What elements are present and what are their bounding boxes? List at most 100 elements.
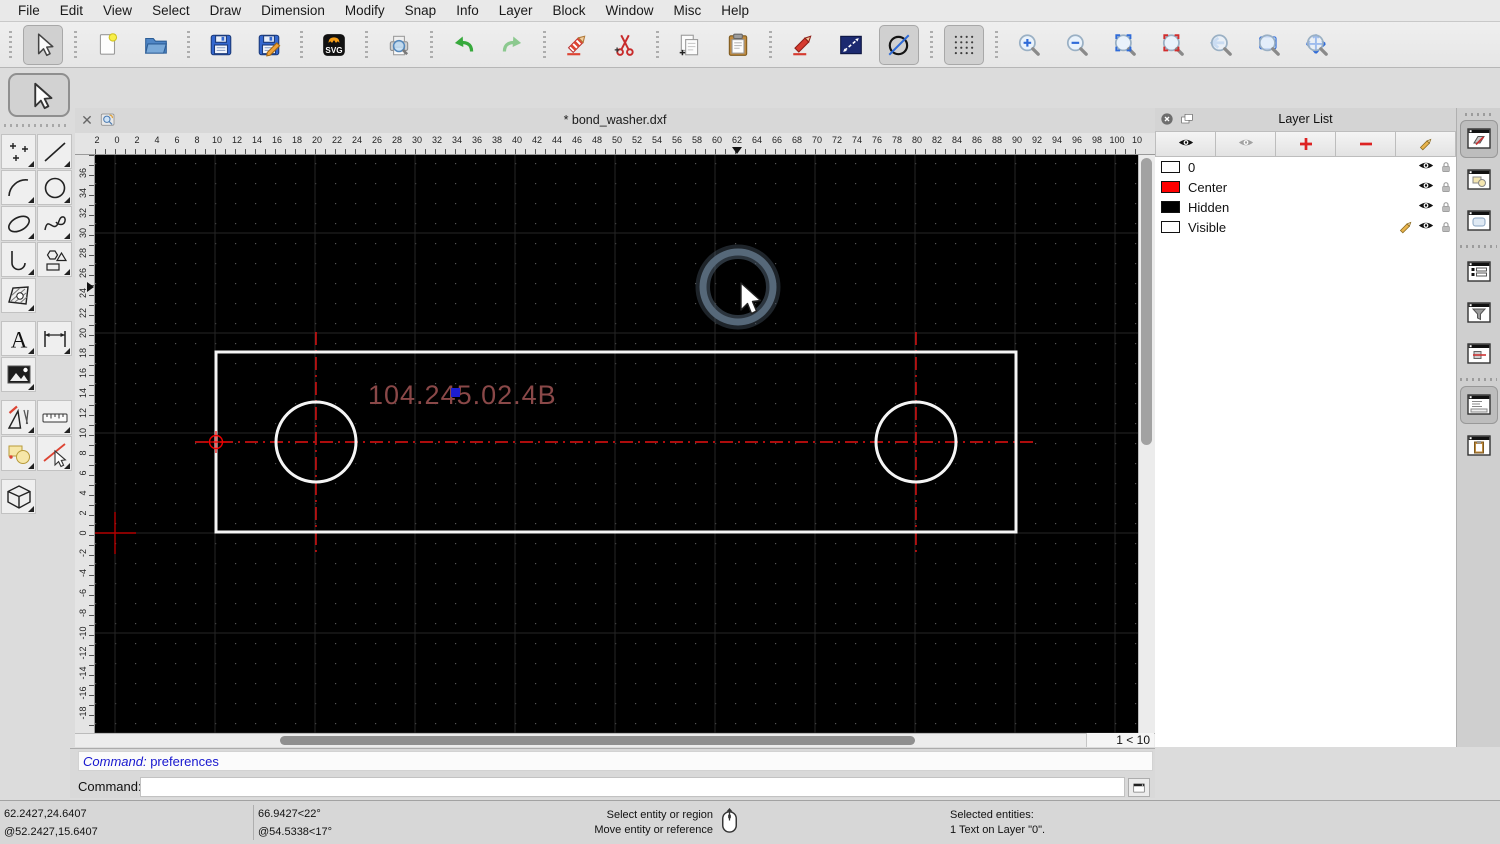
zoom-in-button[interactable] (1009, 25, 1049, 65)
construction-button[interactable] (879, 24, 919, 65)
layer-visibility-icon[interactable] (1416, 198, 1436, 216)
vertical-scrollbar-thumb[interactable] (1141, 158, 1152, 445)
redo-button[interactable] (492, 25, 532, 65)
delete-button[interactable] (557, 25, 597, 65)
hruler-label: 58 (691, 135, 703, 145)
layer-lock-icon[interactable] (1436, 219, 1456, 235)
clipboard-dock-button[interactable] (1460, 427, 1498, 465)
explode-tool-button[interactable] (37, 436, 72, 471)
remove-layer-button[interactable] (1336, 131, 1396, 157)
layer-row-visible[interactable]: Visible (1155, 217, 1456, 237)
menu-edit[interactable]: Edit (50, 0, 93, 22)
dimension-tool-button[interactable] (37, 321, 72, 356)
hruler-label: 10 (211, 135, 223, 145)
box3d-tool-button[interactable] (1, 479, 36, 514)
horizontal-scrollbar[interactable] (75, 733, 1155, 747)
spline-tool-button[interactable] (37, 206, 72, 241)
block-tool-button[interactable] (1, 436, 36, 471)
copy-button[interactable] (670, 25, 710, 65)
layer-list-dock-button[interactable] (1459, 120, 1498, 158)
add-layer-button[interactable] (1276, 131, 1336, 157)
zoom-previous-button[interactable] (1201, 25, 1241, 65)
polygon-tool-button[interactable] (37, 242, 72, 277)
show-all-layers-button[interactable] (1155, 131, 1216, 157)
print-preview-button[interactable] (379, 25, 419, 65)
hruler-label: 64 (751, 135, 763, 145)
points-tool-button[interactable] (1, 134, 36, 169)
save-as-icon (256, 32, 282, 58)
menu-window[interactable]: Window (596, 0, 664, 22)
measure-tool-button[interactable] (37, 400, 72, 435)
hide-all-layers-button[interactable] (1216, 131, 1276, 157)
pen-palette-dock-button[interactable] (1460, 335, 1498, 373)
save-button[interactable] (201, 25, 241, 65)
hatch-tool-button[interactable] (1, 278, 36, 313)
menu-snap[interactable]: Snap (395, 0, 447, 22)
svg-export-button[interactable]: SVG (314, 25, 354, 65)
library-browser-dock-button[interactable] (1460, 202, 1498, 240)
menu-view[interactable]: View (93, 0, 142, 22)
undo-button[interactable] (444, 25, 484, 65)
ellipse-tool-button[interactable] (1, 206, 36, 241)
zoom-pan-button[interactable] (1297, 25, 1337, 65)
pen-button[interactable] (783, 25, 823, 65)
layer-row-hidden[interactable]: Hidden (1155, 197, 1456, 217)
zoom-auto-button[interactable] (1105, 25, 1145, 65)
layer-visibility-icon[interactable] (1416, 218, 1436, 236)
line-tool-button[interactable] (37, 134, 72, 169)
status-bar: 62.2427,24.6407 @52.2427,15.6407 66.9427… (0, 800, 1500, 844)
zoom-out-button[interactable] (1057, 25, 1097, 65)
menu-help[interactable]: Help (711, 0, 759, 22)
circle-tool-button[interactable] (37, 170, 72, 205)
grid-button[interactable] (944, 24, 984, 65)
layer-lock-icon[interactable] (1436, 179, 1456, 195)
cad-canvas[interactable]: 104.245.02.4B (95, 155, 1138, 733)
layer-visibility-icon[interactable] (1416, 178, 1436, 196)
menu-layer[interactable]: Layer (489, 0, 543, 22)
selection-filter-dock-button[interactable] (1460, 294, 1498, 332)
layer-lock-icon[interactable] (1436, 199, 1456, 215)
dock-drag-handle[interactable] (1465, 113, 1492, 116)
image-tool-button[interactable] (1, 357, 36, 392)
line-attributes-button[interactable] (831, 25, 871, 65)
selection-handle[interactable] (451, 388, 460, 397)
select-tool-button[interactable] (8, 73, 70, 117)
menu-file[interactable]: File (8, 0, 50, 22)
layer-row-0[interactable]: 0 (1155, 157, 1456, 177)
save-as-button[interactable] (249, 25, 289, 65)
vruler-label: 22 (78, 308, 88, 319)
menu-block[interactable]: Block (543, 0, 596, 22)
layer-visibility-icon[interactable] (1416, 158, 1436, 176)
zoom-window-button[interactable] (1153, 25, 1193, 65)
text-tool-button[interactable]: A (1, 321, 36, 356)
layer-row-center[interactable]: Center (1155, 177, 1456, 197)
plus-icon (1297, 135, 1315, 153)
grid-dots (95, 163, 1137, 725)
arc-tool-button[interactable] (1, 170, 36, 205)
layer-lock-icon[interactable] (1436, 159, 1456, 175)
horizontal-scrollbar-thumb[interactable] (280, 736, 915, 745)
command-line-dock-button[interactable] (1459, 386, 1498, 424)
menu-draw[interactable]: Draw (200, 0, 252, 22)
relative-polar: @54.5338<17° (258, 826, 332, 838)
selected-text[interactable]: 104.245.02.4B (368, 380, 557, 410)
menu-dimension[interactable]: Dimension (251, 0, 335, 22)
vertical-scrollbar[interactable] (1138, 155, 1155, 733)
zoom-view-button[interactable] (1249, 25, 1289, 65)
command-input[interactable] (140, 777, 1125, 797)
block-list-dock-button[interactable] (1460, 161, 1498, 199)
detach-command-icon[interactable] (1128, 778, 1150, 797)
new-button[interactable] (88, 25, 128, 65)
edit-layer-button[interactable] (1396, 131, 1456, 157)
menu-misc[interactable]: Misc (664, 0, 712, 22)
select-button[interactable] (23, 24, 63, 65)
paste-button[interactable] (718, 25, 758, 65)
modify-tool-button[interactable] (1, 400, 36, 435)
cut-button[interactable] (605, 25, 645, 65)
menu-info[interactable]: Info (446, 0, 489, 22)
menu-select[interactable]: Select (142, 0, 200, 22)
open-button[interactable] (136, 25, 176, 65)
polyline-tool-button[interactable] (1, 242, 36, 277)
entity-list-dock-button[interactable] (1460, 253, 1498, 291)
menu-modify[interactable]: Modify (335, 0, 395, 22)
